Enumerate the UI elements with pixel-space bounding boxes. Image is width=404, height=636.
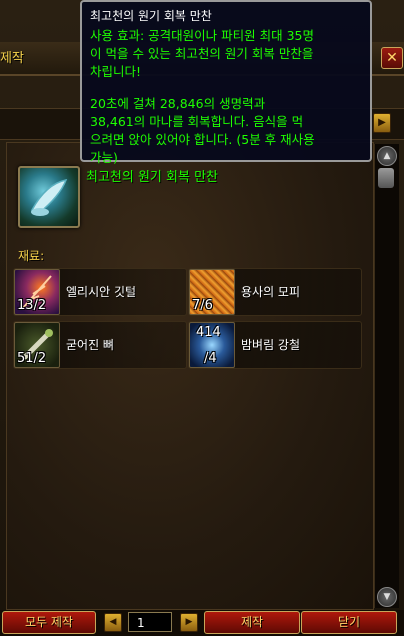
reagent-count-top: 414 [196,325,221,340]
reagents-label: 재료: [18,249,45,263]
tooltip-effect-line: 으려면 앉아 있어야 합니다. (5분 후 재사용 [90,132,315,147]
item-tooltip: 최고천의 원기 회복 만찬 사용 효과: 공격대원이나 파티원 최대 35명 이… [80,0,372,165]
increment-arrow-button[interactable]: ▶ [180,613,198,632]
tooltip-effect-line: 20초에 걸쳐 28,846의 생명력과 [90,96,266,111]
recipe-name: 최고천의 원기 회복 만찬 [86,170,218,185]
create-all-button[interactable]: 모두 제작 [2,611,96,634]
close-window-button[interactable]: ✕ [381,47,403,69]
tooltip-effect-line: 가능) [90,150,118,165]
tooltip-use-line: 이 먹을 수 있는 최고천의 원기 회복 만찬을 [90,46,314,61]
reagent-count: 13/2 [17,298,47,313]
reagent-count: 51/2 [17,351,47,366]
reagent-slot[interactable]: 414 /4 밤벼림 강철 [188,321,362,369]
scrollbar[interactable] [374,144,399,608]
steel-icon: 414 /4 [189,322,235,368]
window-title: 제작 [0,51,24,66]
tooltip-use-line: 사용 효과: 공격대원이나 파티원 최대 35명 [90,28,314,43]
reagent-name: 굳어진 뼈 [66,338,114,352]
reagent-count: 7/6 [192,298,213,313]
tooltip-effect-line: 38,461의 마나를 회복합니다. 음식을 먹 [90,114,304,129]
scroll-thumb[interactable] [378,168,394,188]
reagent-slot[interactable]: 7/6 용사의 모피 [188,268,362,316]
feast-icon[interactable] [18,166,80,228]
decrement-arrow-button[interactable]: ◀ [104,613,122,632]
bone-icon: 51/2 [14,322,60,368]
quantity-input[interactable]: 1 [128,612,172,632]
reagent-name: 엘리시안 깃털 [66,285,137,299]
reagent-slot[interactable]: 51/2 굳어진 뼈 [13,321,187,369]
next-arrow-button[interactable]: ▶ [373,113,391,133]
reagent-name: 밤벼림 강철 [241,338,301,352]
tooltip-use-line: 차립니다! [90,64,142,79]
feather-icon: 13/2 [14,269,60,315]
reagent-slot[interactable]: 13/2 엘리시안 깃털 [13,268,187,316]
fur-icon: 7/6 [189,269,235,315]
scroll-down-button[interactable]: ▼ [377,587,397,607]
reagent-name: 용사의 모피 [241,285,301,299]
scroll-up-button[interactable]: ▲ [377,146,397,166]
close-button[interactable]: 닫기 [301,611,397,634]
tooltip-title: 최고천의 원기 회복 만찬 [90,9,212,23]
reagent-count: /4 [204,351,217,366]
create-button[interactable]: 제작 [204,611,300,634]
